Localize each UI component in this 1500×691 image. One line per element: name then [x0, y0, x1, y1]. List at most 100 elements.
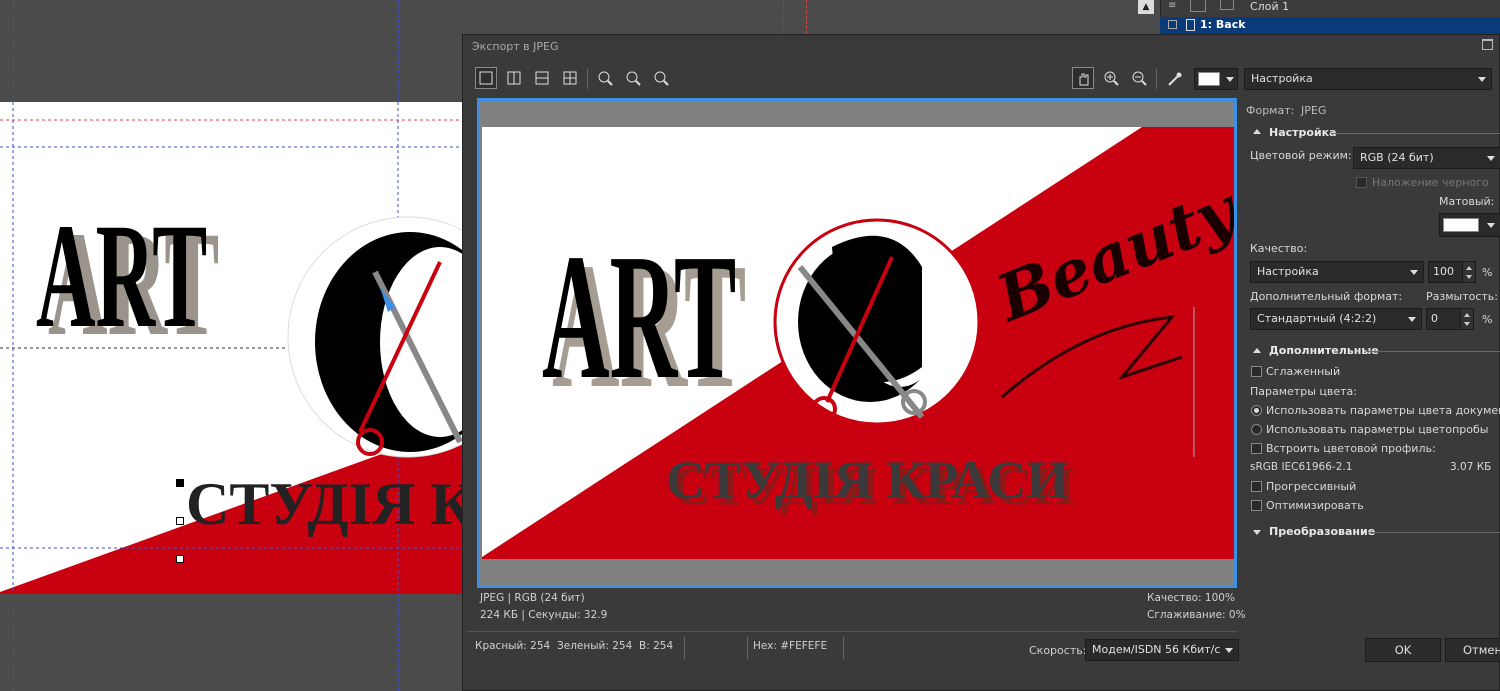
zoom-100-icon [654, 71, 669, 86]
blur-input[interactable]: 0 [1426, 308, 1462, 330]
preview-art-text: ART [542, 217, 737, 416]
zoom-fit-button[interactable] [594, 67, 616, 89]
guide-line [806, 0, 807, 34]
maximize-icon[interactable] [1482, 39, 1493, 50]
color-mode-label: Цветовой режим: [1250, 149, 1352, 162]
collapse-icon[interactable] [1168, 20, 1177, 29]
collapse-icon[interactable] [1253, 129, 1261, 134]
logo-studio-text: СТУДІЯ КРАСИ [186, 471, 470, 537]
collapse-icon[interactable] [1253, 348, 1261, 353]
section-transform[interactable]: Преобразование [1269, 525, 1375, 538]
vertical-split-button[interactable] [503, 67, 525, 89]
page-icon [1186, 19, 1195, 31]
use-doc-colors-radio[interactable] [1251, 405, 1262, 416]
list-icon: ≡ [1168, 0, 1177, 11]
chevron-down-icon [1478, 77, 1486, 82]
extra-format-label: Дополнительный формат: [1250, 290, 1403, 303]
selection-handle[interactable] [176, 479, 184, 487]
format-label: Формат: [1246, 104, 1295, 117]
single-view-button[interactable] [475, 67, 497, 89]
profile-size: 3.07 КБ [1450, 461, 1492, 473]
embed-profile-label: Встроить цветовой профиль: [1266, 442, 1436, 455]
quality-label: Качество: [1250, 242, 1308, 255]
eyedropper-button[interactable] [1163, 67, 1185, 89]
matte-label: Матовый: [1439, 195, 1495, 208]
overprint-black-label: Наложение черного [1372, 176, 1489, 189]
overprint-black-checkbox[interactable] [1356, 177, 1367, 188]
selection-handle[interactable] [176, 555, 184, 563]
preview-size-info: 224 КБ | Секунды: 32.9 [480, 609, 608, 621]
expand-icon[interactable] [1253, 530, 1261, 535]
status-blue: B: 254 [639, 640, 674, 652]
quad-view-button[interactable] [559, 67, 581, 89]
layer-icon[interactable] [1190, 0, 1206, 12]
color-mode-select[interactable]: RGB (24 бит) [1353, 147, 1500, 169]
color-mode-value: RGB (24 бит) [1360, 151, 1434, 164]
preview-format-info: JPEG | RGB (24 бит) [480, 592, 585, 604]
optimize-checkbox[interactable] [1251, 500, 1262, 511]
pan-tool-button[interactable] [1072, 67, 1094, 89]
toolbar-separator [587, 69, 588, 89]
horizontal-split-button[interactable] [531, 67, 553, 89]
quad-view-icon [563, 71, 577, 85]
cancel-button[interactable]: Отмена [1445, 638, 1500, 662]
zoom-in-icon [1104, 71, 1119, 86]
status-hex: Hex: #FEFEFE [753, 640, 828, 652]
zoom-11-icon [626, 71, 641, 86]
preview-pane[interactable]: ART ART Beauty СТУДІЯ КРАСИ СТУДІЯ КРАСИ [477, 98, 1237, 588]
horizontal-split-icon [535, 71, 549, 85]
profile-name: sRGB IEC61966-2.1 [1250, 461, 1353, 473]
export-jpeg-dialog: Экспорт в JPEG Настройка ART ART Beauty … [462, 34, 1500, 691]
layer-icon[interactable] [1220, 0, 1234, 10]
quality-preset-value: Настройка [1257, 265, 1319, 278]
layer-row-selected[interactable]: 1: Back [1160, 17, 1500, 34]
zoom-out-button[interactable] [1128, 67, 1150, 89]
preset-select[interactable]: Настройка [1244, 68, 1492, 90]
quality-preset-select[interactable]: Настройка [1250, 261, 1424, 283]
color-params-label: Параметры цвета: [1250, 385, 1357, 398]
zoom-in-button[interactable] [1100, 67, 1122, 89]
status-green: Зеленый: 254 [557, 640, 633, 652]
chevron-down-icon [1226, 77, 1234, 82]
extra-format-select[interactable]: Стандартный (4:2:2) [1250, 308, 1422, 330]
separator [843, 637, 844, 659]
selection-handle[interactable] [176, 517, 184, 525]
speed-select[interactable]: Модем/ISDN 56 Кбит/с [1085, 639, 1239, 661]
quality-stepper[interactable] [1462, 261, 1476, 283]
speed-value: Модем/ISDN 56 Кбит/с [1092, 643, 1221, 656]
dialog-title: Экспорт в JPEG [472, 40, 559, 53]
status-red: Красный: 254 [475, 640, 551, 652]
quality-input[interactable]: 100 [1428, 261, 1464, 283]
background-color-picker[interactable] [1194, 68, 1238, 90]
blur-stepper[interactable] [1460, 308, 1474, 330]
blur-label: Размытость: [1426, 290, 1498, 303]
color-swatch [1198, 72, 1220, 86]
chevron-down-icon [1408, 317, 1416, 322]
preset-value: Настройка [1251, 72, 1313, 85]
progressive-checkbox[interactable] [1251, 481, 1262, 492]
layer-name: 1: Back [1200, 18, 1246, 31]
separator [747, 637, 748, 659]
section-settings[interactable]: Настройка [1269, 126, 1337, 139]
quality-percent: % [1482, 266, 1493, 279]
smoothed-label: Сглаженный [1266, 365, 1341, 378]
use-proof-colors-label: Использовать параметры цветопробы [1266, 423, 1489, 436]
embed-profile-checkbox[interactable] [1251, 443, 1262, 454]
guide-line [783, 0, 784, 34]
chevron-down-icon [1410, 270, 1418, 275]
section-divider [1366, 351, 1500, 352]
scroll-up-button[interactable]: ▲ [1138, 0, 1154, 14]
matte-color-picker[interactable] [1439, 213, 1500, 237]
chevron-down-icon [1225, 648, 1233, 653]
layer-row[interactable]: ≡ Слой 1 [1160, 0, 1500, 16]
smoothed-checkbox[interactable] [1251, 366, 1262, 377]
section-additional[interactable]: Дополнительные [1269, 344, 1379, 357]
speed-label: Скорость: [1029, 644, 1087, 657]
use-doc-colors-label: Использовать параметры цвета документа [1266, 404, 1500, 417]
zoom-actual-button[interactable] [622, 67, 644, 89]
ok-button[interactable]: OK [1365, 638, 1441, 662]
zoom-100-button[interactable] [650, 67, 672, 89]
progressive-label: Прогрессивный [1266, 480, 1357, 493]
use-proof-colors-radio[interactable] [1251, 424, 1262, 435]
document-page[interactable]: ART ART СТУДІЯ КРАСИ [0, 102, 470, 594]
